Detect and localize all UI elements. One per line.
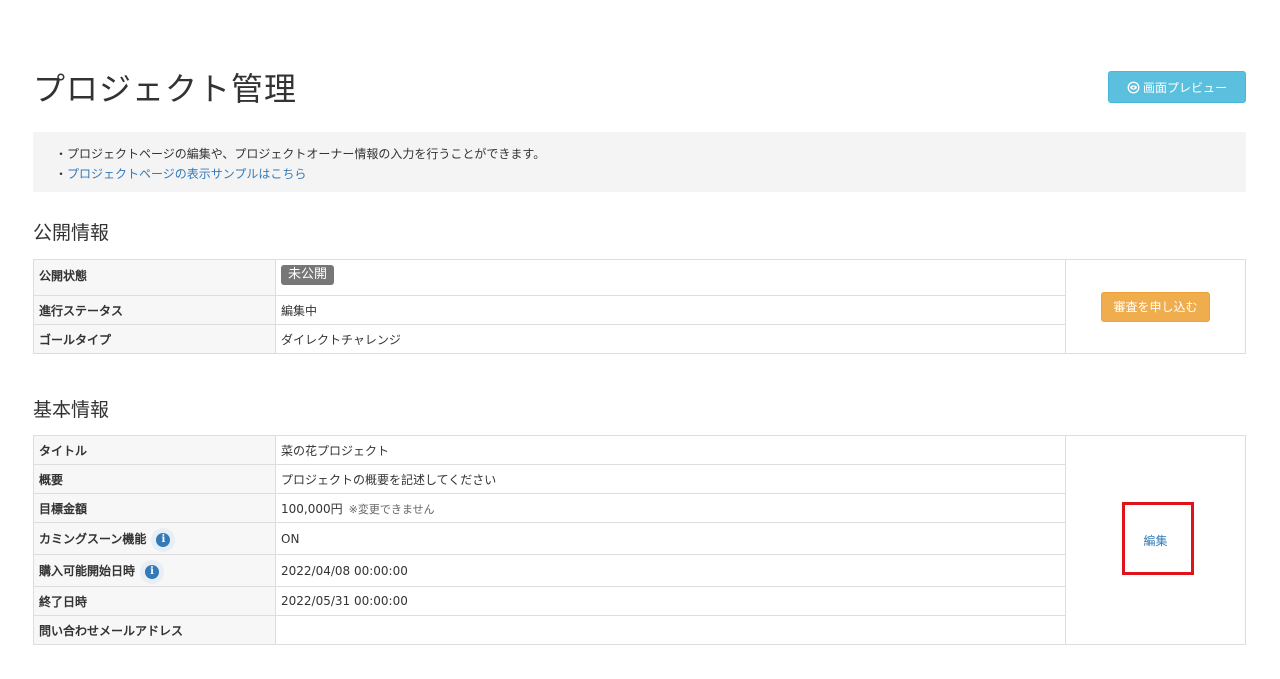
page-title: プロジェクト管理 (33, 70, 298, 108)
basic-info-table: タイトル 菜の花プロジェクト 編集 概要 プロジェクトの概要を記述してください … (33, 435, 1246, 645)
public-info-heading: 公開情報 (33, 222, 110, 244)
row-value: 100,000円 ※変更できません (275, 493, 1066, 523)
apply-cell: 審査を申し込む (1065, 259, 1246, 354)
basic-row-end-date: 終了日時 2022/05/31 00:00:00 (33, 586, 1246, 616)
public-row-goal-type: ゴールタイプ ダイレクトチャレンジ (33, 324, 1246, 354)
public-info-table: 公開状態 未公開 審査を申し込む 進行ステータス 編集中 ゴールタイプ ダイレク… (33, 259, 1246, 354)
row-label: 終了日時 (33, 586, 276, 616)
row-label: 問い合わせメールアドレス (33, 615, 276, 645)
public-row-progress: 進行ステータス 編集中 (33, 295, 1246, 325)
row-label: タイトル (33, 435, 276, 465)
basic-row-summary: 概要 プロジェクトの概要を記述してください (33, 464, 1246, 494)
basic-row-contact-email: 問い合わせメールアドレス (33, 615, 1246, 645)
preview-button-label: 画面プレビュー (1142, 80, 1227, 95)
screen-preview-button[interactable]: 画面プレビュー (1108, 71, 1246, 103)
basic-row-coming-soon: カミングスーン機能 i ON (33, 522, 1246, 555)
notice-line-2: ・プロジェクトページの表示サンプルはこちら (55, 164, 1246, 184)
public-row-status: 公開状態 未公開 審査を申し込む (33, 259, 1246, 354)
row-label: 目標金額 (33, 493, 276, 523)
target-amount-value: 100,000円 (281, 501, 343, 516)
info-icon[interactable]: i (145, 564, 160, 579)
unchangeable-note: ※変更できません (348, 502, 435, 516)
notice-line-1: ・プロジェクトページの編集や、プロジェクトオーナー情報の入力を行うことができます… (55, 147, 546, 161)
row-value (275, 615, 1066, 645)
row-value: ダイレクトチャレンジ (275, 324, 1066, 354)
row-value: 編集中 (275, 295, 1066, 325)
row-value: 2022/05/31 00:00:00 (275, 586, 1066, 616)
basic-info-heading: 基本情報 (33, 399, 110, 421)
row-value: ON (275, 522, 1066, 555)
status-badge: 未公開 (281, 265, 335, 285)
row-label: 進行ステータス (33, 295, 276, 325)
basic-row-target-amount: 目標金額 100,000円 ※変更できません (33, 493, 1246, 523)
sample-page-link[interactable]: プロジェクトページの表示サンプルはこちら (67, 167, 306, 181)
basic-row-purchase-start: 購入可能開始日時 i 2022/04/08 00:00:00 (33, 554, 1246, 587)
notice-line-2-bullet: ・ (55, 167, 68, 181)
row-label: 概要 (33, 464, 276, 494)
purchase-start-label: 購入可能開始日時 (39, 564, 136, 578)
row-value: 未公開 (275, 259, 1066, 296)
eye-icon (1127, 81, 1140, 93)
edit-cell: 編集 (1065, 435, 1246, 645)
coming-soon-label: カミングスーン機能 (39, 532, 147, 546)
row-value: 菜の花プロジェクト (275, 435, 1066, 465)
row-label: 購入可能開始日時 i (33, 554, 276, 587)
info-icon[interactable]: i (156, 532, 171, 547)
row-label: 公開状態 (33, 259, 276, 296)
row-label: カミングスーン機能 i (33, 522, 276, 555)
apply-review-button[interactable]: 審査を申し込む (1101, 291, 1210, 322)
edit-link[interactable]: 編集 (1143, 534, 1167, 548)
row-value: プロジェクトの概要を記述してください (275, 464, 1066, 494)
basic-row-title: タイトル 菜の花プロジェクト 編集 (33, 435, 1246, 645)
row-label: ゴールタイプ (33, 324, 276, 354)
notice-box: ・プロジェクトページの編集や、プロジェクトオーナー情報の入力を行うことができます… (33, 132, 1246, 192)
row-value: 2022/04/08 00:00:00 (275, 554, 1066, 587)
